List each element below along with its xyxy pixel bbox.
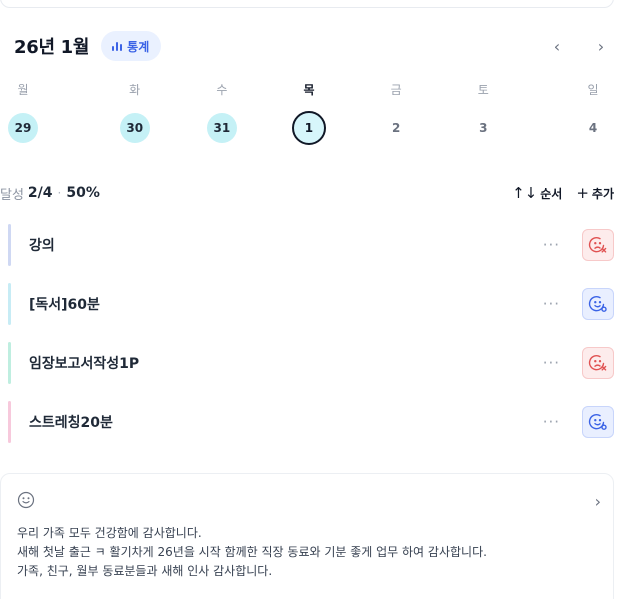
separator-dot: · bbox=[57, 186, 62, 200]
weekday-label: 일 bbox=[587, 82, 599, 97]
sort-button[interactable]: ↑↓ 순서 bbox=[512, 184, 562, 202]
task-item[interactable]: 스트레칭20분 ··· bbox=[8, 399, 614, 445]
weekday-label: 금 bbox=[390, 82, 402, 97]
weekday-label: 화 bbox=[129, 82, 141, 97]
day-sun[interactable]: 일 4 bbox=[527, 78, 614, 145]
more-options-button[interactable]: ··· bbox=[543, 236, 560, 254]
note-line: 새해 첫날 출근 ㅋ 활기차게 26년을 시작 함께한 직장 동료와 기분 좋게… bbox=[17, 545, 487, 559]
weekday-label: 수 bbox=[216, 82, 228, 97]
smile-face-check-icon bbox=[588, 296, 607, 312]
sad-face-x-icon bbox=[588, 355, 607, 371]
more-options-button[interactable]: ··· bbox=[543, 354, 560, 372]
task-item[interactable]: 강의 ··· bbox=[8, 222, 614, 268]
next-week-button[interactable]: › bbox=[594, 36, 608, 56]
add-label: 추가 bbox=[591, 186, 614, 201]
status-ok-button[interactable] bbox=[582, 288, 614, 320]
progress-percent: 50% bbox=[66, 185, 100, 201]
stats-label: 통계 bbox=[127, 39, 150, 54]
task-list: 강의 ··· [독서]60분 ··· 임장보고서작성1P ··· 스트레칭20분… bbox=[8, 222, 614, 458]
status-fail-button[interactable] bbox=[582, 229, 614, 261]
task-name: 스트레칭20분 bbox=[29, 415, 113, 431]
day-sat[interactable]: 토 3 bbox=[440, 78, 527, 145]
sad-face-x-icon bbox=[588, 237, 607, 253]
progress-row: 달성 2/4 · 50% ↑↓ 순서 + 추가 bbox=[0, 183, 614, 203]
date-cell-today[interactable]: 1 bbox=[291, 111, 326, 145]
week-strip: 월 29 화 30 수 31 목 1 금 2 토 3 일 4 bbox=[4, 78, 614, 145]
prev-week-button[interactable]: ‹ bbox=[550, 36, 564, 56]
task-name: 임장보고서작성1P bbox=[29, 356, 140, 372]
more-options-button[interactable]: ··· bbox=[543, 413, 560, 431]
note-line: 가족, 친구, 월부 동료분들과 새해 인사 감사합니다. bbox=[17, 564, 273, 578]
plus-icon: + bbox=[576, 184, 589, 202]
day-thu-today[interactable]: 목 1 bbox=[265, 78, 352, 145]
date-cell[interactable]: 29 bbox=[8, 113, 38, 143]
weekday-label: 목 bbox=[303, 82, 315, 97]
calendar-header: 26년 1월 통계 ‹ › bbox=[14, 30, 614, 62]
day-wed[interactable]: 수 31 bbox=[178, 78, 265, 145]
date-cell[interactable]: 31 bbox=[206, 113, 237, 143]
task-color-bar bbox=[8, 342, 11, 384]
task-item[interactable]: [독서]60분 ··· bbox=[8, 281, 614, 327]
month-title: 26년 1월 bbox=[14, 37, 90, 58]
day-mon[interactable]: 월 29 bbox=[4, 78, 91, 145]
gratitude-note-card[interactable]: › 우리 가족 모두 건강함에 감사합니다. 새해 첫날 출근 ㅋ 활기차게 2… bbox=[0, 473, 614, 599]
weekday-label: 토 bbox=[477, 82, 489, 97]
progress-label: 달성 bbox=[0, 187, 24, 203]
chevron-right-icon[interactable]: › bbox=[595, 492, 601, 511]
week-nav: ‹ › bbox=[550, 36, 614, 56]
date-cell[interactable]: 4 bbox=[578, 113, 608, 143]
weekday-label: 월 bbox=[17, 82, 29, 97]
list-actions: ↑↓ 순서 + 추가 bbox=[512, 184, 614, 202]
status-fail-button[interactable] bbox=[582, 347, 614, 379]
status-ok-button[interactable] bbox=[582, 406, 614, 438]
smile-icon bbox=[17, 491, 35, 513]
date-cell[interactable]: 30 bbox=[119, 113, 150, 143]
sort-icon: ↑↓ bbox=[512, 184, 538, 202]
task-name: 강의 bbox=[29, 238, 55, 254]
task-color-bar bbox=[8, 401, 11, 443]
day-fri[interactable]: 금 2 bbox=[353, 78, 440, 145]
smile-face-check-icon bbox=[588, 414, 607, 430]
date-cell[interactable]: 3 bbox=[468, 113, 498, 143]
previous-card-edge bbox=[0, 0, 614, 8]
stats-button[interactable]: 통계 bbox=[101, 31, 162, 61]
add-button[interactable]: + 추가 bbox=[576, 184, 614, 202]
note-line: 우리 가족 모두 건강함에 감사합니다. bbox=[17, 526, 202, 540]
task-item[interactable]: 임장보고서작성1P ··· bbox=[8, 340, 614, 386]
task-name: [독서]60분 bbox=[29, 297, 100, 313]
more-options-button[interactable]: ··· bbox=[543, 295, 560, 313]
bar-chart-icon bbox=[111, 40, 123, 52]
sort-label: 순서 bbox=[540, 186, 563, 201]
task-color-bar bbox=[8, 224, 11, 266]
progress-count: 2/4 bbox=[27, 185, 53, 201]
day-tue[interactable]: 화 30 bbox=[91, 78, 178, 145]
note-text: 우리 가족 모두 건강함에 감사합니다. 새해 첫날 출근 ㅋ 활기차게 26년… bbox=[17, 524, 597, 581]
date-cell[interactable]: 2 bbox=[381, 113, 411, 143]
task-color-bar bbox=[8, 283, 11, 325]
